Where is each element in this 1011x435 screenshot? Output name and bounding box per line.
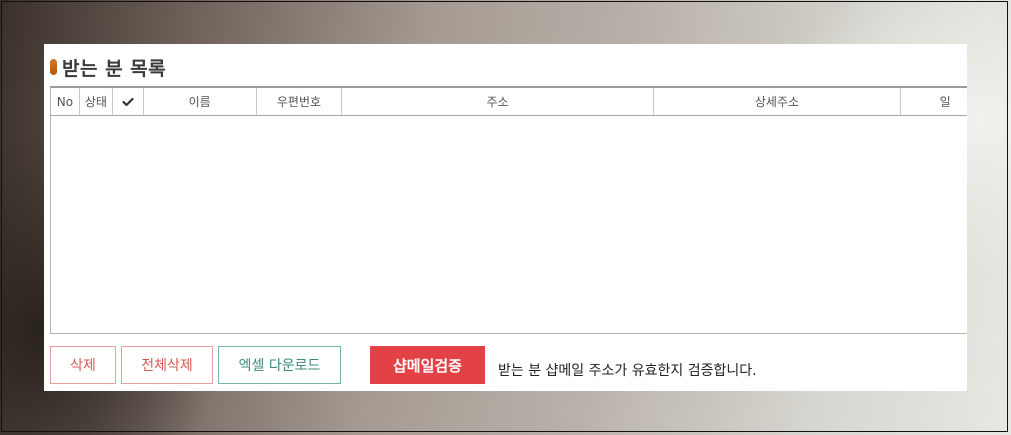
recipient-grid: No 상태 이름 우편번호 주소 상세주소 일 (50, 86, 967, 334)
delete-all-button[interactable]: 전체삭제 (121, 346, 213, 384)
column-header-extra[interactable]: 일 (901, 88, 967, 115)
delete-button[interactable]: 삭제 (50, 346, 116, 384)
grid-header: No 상태 이름 우편번호 주소 상세주소 일 (51, 88, 967, 116)
column-header-select-all[interactable] (113, 88, 144, 115)
column-header-status[interactable]: 상태 (80, 88, 113, 115)
section-header: 받는 분 목록 (50, 54, 166, 80)
recipient-list-panel: 받는 분 목록 No 상태 이름 우편번호 주소 상세주소 일 삭제 전체삭제 … (44, 44, 967, 391)
column-header-address[interactable]: 주소 (342, 88, 654, 115)
column-header-zipcode[interactable]: 우편번호 (257, 88, 343, 115)
title-bullet-icon (50, 59, 57, 75)
verify-hint-text: 받는 분 샵메일 주소가 유효한지 검증합니다. (498, 363, 757, 379)
column-header-detail-address[interactable]: 상세주소 (654, 88, 902, 115)
verify-shopmail-button[interactable]: 샵메일검증 (370, 346, 485, 384)
section-title: 받는 분 목록 (62, 57, 167, 80)
excel-download-button[interactable]: 엑셀 다운로드 (218, 346, 341, 384)
column-header-name[interactable]: 이름 (144, 88, 257, 115)
grid-body-empty[interactable] (51, 116, 967, 333)
checkmark-icon[interactable] (122, 97, 134, 107)
column-header-no[interactable]: No (51, 88, 80, 115)
